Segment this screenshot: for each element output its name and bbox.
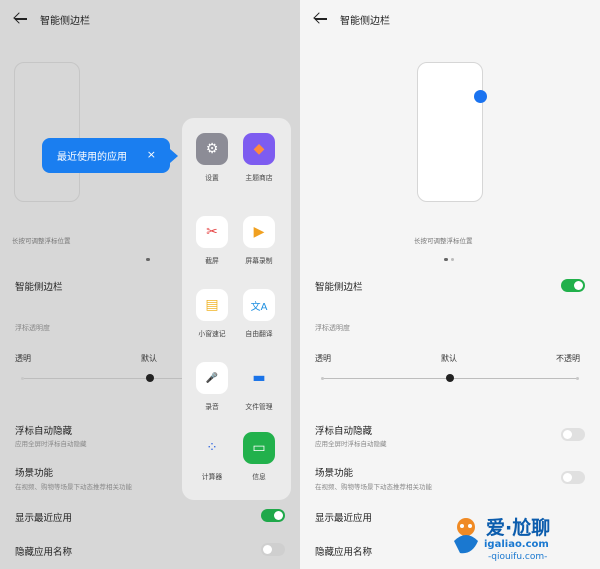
opacity-min-label: 透明 xyxy=(15,354,31,363)
watermark-sub: -qiouifu.com- xyxy=(488,552,548,562)
sidebar-app-scissors[interactable]: ✂ 截屏 xyxy=(187,216,237,265)
top-bar: 智能侧边栏 xyxy=(12,8,90,30)
position-hint: 长按可调整浮标位置 xyxy=(12,237,71,245)
recent-apps-tooltip: 最近使用的应用 × xyxy=(42,138,178,173)
page-title: 智能侧边栏 xyxy=(340,15,390,27)
sidebar-label: 智能侧边栏 xyxy=(315,282,363,293)
pager-dots xyxy=(444,258,454,261)
show-recent-toggle[interactable] xyxy=(261,509,285,522)
auto-hide-toggle[interactable] xyxy=(561,428,585,441)
note-icon: ▤ xyxy=(196,289,228,321)
sidebar-app-video-record[interactable]: ▶ 屏幕录制 xyxy=(234,216,284,265)
sidebar-app-label: 计算器 xyxy=(201,473,223,481)
sidebar-app-label: 自由翻译 xyxy=(245,330,273,338)
pager-dots xyxy=(146,258,150,261)
sidebar-app-gear[interactable]: ⚙ 设置 xyxy=(187,133,237,182)
slider-tick xyxy=(21,377,24,380)
right-screen: 智能侧边栏 长按可调整浮标位置 智能侧边栏 浮标透明度 透明 默认 不透明 浮标… xyxy=(300,0,600,569)
tooltip-close-icon[interactable]: × xyxy=(147,148,156,161)
opacity-max-label: 不透明 xyxy=(556,354,580,363)
sidebar-app-label: 主题商店 xyxy=(245,174,273,182)
watermark-url: igaliao.com xyxy=(484,539,549,550)
sidebar-app-label: 信息 xyxy=(252,473,266,481)
sidebar-app-folder[interactable]: ▬ 文件管理 xyxy=(234,362,284,411)
back-arrow-icon[interactable] xyxy=(312,10,330,28)
opacity-slider-track[interactable] xyxy=(22,378,182,379)
tooltip-text: 最近使用的应用 xyxy=(57,152,127,163)
scene-toggle[interactable] xyxy=(561,471,585,484)
sidebar-app-label: 截屏 xyxy=(205,257,219,265)
microphone-icon: 🎤 xyxy=(196,362,228,394)
watermark-brand: 爱·尬聊 xyxy=(486,517,551,539)
auto-hide-title: 浮标自动隐藏 xyxy=(15,426,73,437)
video-record-icon: ▶ xyxy=(243,216,275,248)
sidebar-app-translate[interactable]: 文A 自由翻译 xyxy=(234,289,284,338)
scene-sub: 在视频、购物等场景下动态推荐相关功能 xyxy=(15,483,132,491)
watermark-logo: 爱·尬聊 igaliao.com -qiouifu.com- xyxy=(448,511,596,565)
sidebar-app-note[interactable]: ▤ 小窗速记 xyxy=(187,289,237,338)
show-recent-title: 显示最近应用 xyxy=(15,513,73,524)
phone-preview xyxy=(14,62,80,202)
sidebar-app-message[interactable]: ▭ 信息 xyxy=(234,432,284,481)
theme-brush-icon: ◆ xyxy=(243,133,275,165)
scene-title: 场景功能 xyxy=(15,468,54,479)
hide-name-title: 隐藏应用名称 xyxy=(315,547,373,558)
back-arrow-icon[interactable] xyxy=(12,10,30,28)
left-screen: 智能侧边栏 长按可调整浮标位置 智能侧边栏 浮标透明度 透明 默认 浮标自动隐藏… xyxy=(0,0,300,569)
sidebar-app-label: 文件管理 xyxy=(245,403,273,411)
watermark-mascot-icon xyxy=(454,518,478,554)
position-hint: 长按可调整浮标位置 xyxy=(414,237,473,245)
sidebar-app-label: 录音 xyxy=(205,403,219,411)
auto-hide-sub: 应用全屏时浮标自动隐藏 xyxy=(15,440,87,448)
slider-tick xyxy=(321,377,324,380)
slider-tick xyxy=(576,377,579,380)
scene-title: 场景功能 xyxy=(315,468,354,479)
scissors-icon: ✂ xyxy=(196,216,228,248)
hide-name-toggle[interactable] xyxy=(261,543,285,556)
sidebar-app-label: 屏幕录制 xyxy=(245,257,273,265)
sidebar-app-theme-brush[interactable]: ◆ 主题商店 xyxy=(234,133,284,182)
auto-hide-title: 浮标自动隐藏 xyxy=(315,426,373,437)
show-recent-title: 显示最近应用 xyxy=(315,513,373,524)
hide-name-title: 隐藏应用名称 xyxy=(15,547,73,558)
sidebar-app-calculator[interactable]: ⁘ 计算器 xyxy=(187,432,237,481)
opacity-label: 浮标透明度 xyxy=(15,324,50,332)
translate-icon: 文A xyxy=(243,289,275,321)
phone-preview xyxy=(417,62,483,202)
gear-icon: ⚙ xyxy=(196,133,228,165)
sidebar-app-label: 设置 xyxy=(205,174,219,182)
page-title: 智能侧边栏 xyxy=(40,15,90,27)
opacity-default-label: 默认 xyxy=(441,354,457,363)
opacity-slider-knob[interactable] xyxy=(446,374,454,382)
opacity-slider-knob[interactable] xyxy=(146,374,154,382)
scene-sub: 在视频、购物等场景下动态推荐相关功能 xyxy=(315,483,432,491)
sidebar-app-microphone[interactable]: 🎤 录音 xyxy=(187,362,237,411)
opacity-label: 浮标透明度 xyxy=(315,324,350,332)
sidebar-app-label: 小窗速记 xyxy=(198,330,226,338)
floating-ball[interactable] xyxy=(474,90,487,103)
top-bar: 智能侧边栏 xyxy=(312,8,390,30)
opacity-default-label: 默认 xyxy=(141,354,157,363)
smart-sidebar-panel: ⚙ 设置 ◆ 主题商店 ✂ 截屏 ▶ 屏幕录制 ▤ 小窗速记 文A 自由翻译 🎤 录音 ▬ 文件管理 ⁘ 计算器 ▭… xyxy=(182,118,291,500)
sidebar-toggle[interactable] xyxy=(561,279,585,292)
message-icon: ▭ xyxy=(243,432,275,464)
sidebar-label: 智能侧边栏 xyxy=(15,282,63,293)
calculator-icon: ⁘ xyxy=(196,432,228,464)
opacity-min-label: 透明 xyxy=(315,354,331,363)
auto-hide-sub: 应用全屏时浮标自动隐藏 xyxy=(315,440,387,448)
folder-icon: ▬ xyxy=(243,362,275,394)
